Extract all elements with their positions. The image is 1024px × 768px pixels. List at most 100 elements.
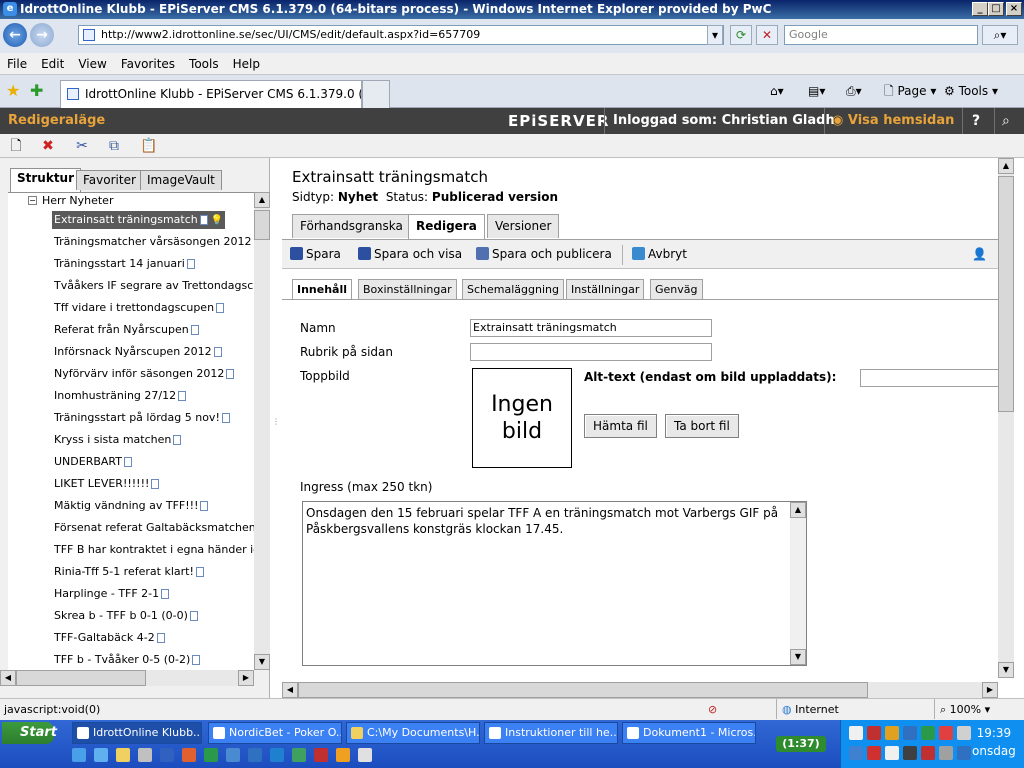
subtab-content[interactable]: Innehåll <box>292 279 353 300</box>
tab-struktur[interactable]: Struktur <box>10 168 82 192</box>
tree-item[interactable]: Skrea b - TFF b 0-1 (0-0) <box>54 607 198 625</box>
fetch-file-button[interactable]: Hämta fil <box>584 414 657 438</box>
minimize-button[interactable]: _ <box>972 2 988 16</box>
tray-icon[interactable] <box>903 726 917 740</box>
quicklaunch-folder-icon[interactable] <box>116 748 130 762</box>
quicklaunch-explorer-icon[interactable] <box>94 748 108 762</box>
tab-versions[interactable]: Versioner <box>487 214 560 238</box>
tab-preview[interactable]: Förhandsgranska <box>292 214 411 238</box>
back-button[interactable]: ← <box>3 23 27 47</box>
tree-item[interactable]: UNDERBART <box>54 453 132 471</box>
tree-item[interactable]: Tvååkers IF segrare av Trettondagscu <box>54 277 254 295</box>
feeds-icon[interactable]: ▤▾ <box>808 75 825 108</box>
task-instruktioner[interactable]: Instruktioner till he... <box>484 722 618 744</box>
tree-item[interactable]: TFF b - Tvååker 0-5 (0-2) <box>54 651 201 669</box>
page-menu[interactable]: 🗋 Page ▾ <box>884 75 936 108</box>
menu-edit[interactable]: Edit <box>34 53 71 75</box>
tab-favoriter[interactable]: Favoriter <box>76 170 143 190</box>
copy-icon[interactable]: ⧉ <box>106 138 122 154</box>
subtab-shortcut[interactable]: Genväg <box>650 279 703 299</box>
close-button[interactable]: × <box>1006 2 1022 16</box>
tree-item[interactable]: Träningsmatcher vårsäsongen 2012 <box>54 233 254 251</box>
tree-horizontal-scrollbar[interactable]: ◀ ▶ <box>0 670 254 686</box>
cut-icon[interactable]: ✂ <box>74 138 90 154</box>
menu-file[interactable]: File <box>0 53 34 75</box>
tray-icon[interactable] <box>957 726 971 740</box>
tree-vertical-scrollbar[interactable]: ▲ ▼ <box>254 192 270 670</box>
forward-button[interactable]: → <box>30 23 54 47</box>
name-input[interactable]: Extrainsatt träningsmatch <box>470 319 712 337</box>
tree-item[interactable]: Inomhusträning 27/12 <box>54 387 187 405</box>
save-button[interactable]: Spara <box>290 246 341 262</box>
browser-tab[interactable]: IdrottOnline Klubb - EPiServer CMS 6.1.3… <box>60 80 362 108</box>
scroll-up-button[interactable]: ▲ <box>254 192 270 208</box>
tree-item[interactable]: Extrainsatt träningsmatch 💡 <box>52 211 226 229</box>
scroll-thumb[interactable] <box>998 176 1014 412</box>
tray-icon[interactable] <box>957 746 971 760</box>
tree-item[interactable]: Träningsstart på lördag 5 nov! <box>54 409 230 427</box>
tray-icon[interactable] <box>849 746 863 760</box>
tree-item[interactable]: Mäktig vändning av TFF!!! <box>54 497 209 515</box>
tab-edit[interactable]: Redigera <box>408 214 485 239</box>
tab-imagevault[interactable]: ImageVault <box>140 170 222 190</box>
tree-item[interactable]: Träningsstart 14 januari <box>54 255 195 273</box>
address-input[interactable]: http://www2.idrottonline.se/sec/UI/CMS/e… <box>78 25 724 45</box>
quicklaunch-app5-icon[interactable] <box>314 748 328 762</box>
tree-item[interactable]: Rinia-Tff 5-1 referat klart! <box>54 563 204 581</box>
tray-icon[interactable] <box>885 746 899 760</box>
scroll-down-button[interactable]: ▼ <box>790 649 806 665</box>
tray-icon[interactable] <box>939 726 953 740</box>
add-favorite-icon[interactable]: ✚ <box>30 81 43 100</box>
remove-file-button[interactable]: Ta bort fil <box>665 414 739 438</box>
task-nordicbet[interactable]: NordicBet - Poker O... <box>208 722 342 744</box>
paste-icon[interactable]: 📋 <box>140 138 157 154</box>
task-dokument1[interactable]: Dokument1 - Micros... <box>622 722 756 744</box>
tree-item[interactable]: TFF B har kontraktet i egna händer ige <box>54 541 254 559</box>
quicklaunch-outlook-icon[interactable] <box>226 748 240 762</box>
scroll-left-button[interactable]: ◀ <box>0 670 16 686</box>
subtab-scheduling[interactable]: Schemaläggning <box>462 279 564 299</box>
tree-item[interactable]: LIKET LEVER!!!!!! <box>54 475 160 493</box>
menu-view[interactable]: View <box>71 53 113 75</box>
tree-item[interactable]: Tff vidare i trettondagscupen <box>54 299 225 317</box>
scroll-left-button[interactable]: ◀ <box>282 682 298 698</box>
cancel-button[interactable]: Avbryt <box>632 246 687 262</box>
tree-item[interactable]: Harplinge - TFF 2-1 <box>54 585 170 603</box>
save-and-publish-button[interactable]: Spara och publicera <box>476 246 612 262</box>
quicklaunch-app7-icon[interactable] <box>358 748 372 762</box>
heading-input[interactable] <box>470 343 712 361</box>
search-icon[interactable]: ⌕ <box>1002 108 1010 134</box>
stop-button[interactable]: ✕ <box>756 25 778 45</box>
scroll-down-button[interactable]: ▼ <box>998 662 1014 678</box>
menu-tools[interactable]: Tools <box>182 53 226 75</box>
ingress-textarea[interactable]: Onsdagen den 15 februari spelar TFF A en… <box>302 501 807 666</box>
maximize-button[interactable]: □ <box>988 2 1004 16</box>
tree-item[interactable]: Försenat referat Galtabäcksmatchen <box>54 519 254 537</box>
scroll-up-button[interactable]: ▲ <box>998 158 1014 174</box>
task-idrottonline[interactable]: IdrottOnline Klubb... <box>72 722 202 744</box>
alt-text-input[interactable] <box>860 369 998 387</box>
quicklaunch-app2-icon[interactable] <box>248 748 262 762</box>
zoom-control[interactable]: ⌕ 100% ▾ <box>940 699 990 720</box>
tray-icon[interactable] <box>885 726 899 740</box>
tree-item[interactable]: TFF-Galtabäck 4-2 <box>54 629 165 647</box>
scroll-right-button[interactable]: ▶ <box>982 682 998 698</box>
tree-item[interactable]: Kryss i sista matchen <box>54 431 182 449</box>
address-dropdown-button[interactable]: ▾ <box>707 25 723 45</box>
clock[interactable]: 19:39 onsdag <box>972 724 1016 760</box>
scroll-right-button[interactable]: ▶ <box>238 670 254 686</box>
tray-icon[interactable] <box>903 746 917 760</box>
scroll-thumb[interactable] <box>254 210 270 240</box>
scroll-up-button[interactable]: ▲ <box>790 502 806 518</box>
tray-icon[interactable] <box>921 726 935 740</box>
quicklaunch-excel-icon[interactable] <box>204 748 218 762</box>
user-settings-icon[interactable]: 👤 <box>972 246 987 262</box>
search-input[interactable]: Google <box>784 25 978 45</box>
home-icon[interactable]: ⌂▾ <box>770 75 784 108</box>
subtab-settings[interactable]: Inställningar <box>566 279 645 299</box>
help-button[interactable]: ? <box>972 108 980 134</box>
new-page-icon[interactable]: 🗋 <box>8 138 24 154</box>
tools-menu[interactable]: ⚙ Tools ▾ <box>944 75 998 108</box>
subtab-box-settings[interactable]: Boxinställningar <box>358 279 457 299</box>
quicklaunch-app3-icon[interactable] <box>270 748 284 762</box>
